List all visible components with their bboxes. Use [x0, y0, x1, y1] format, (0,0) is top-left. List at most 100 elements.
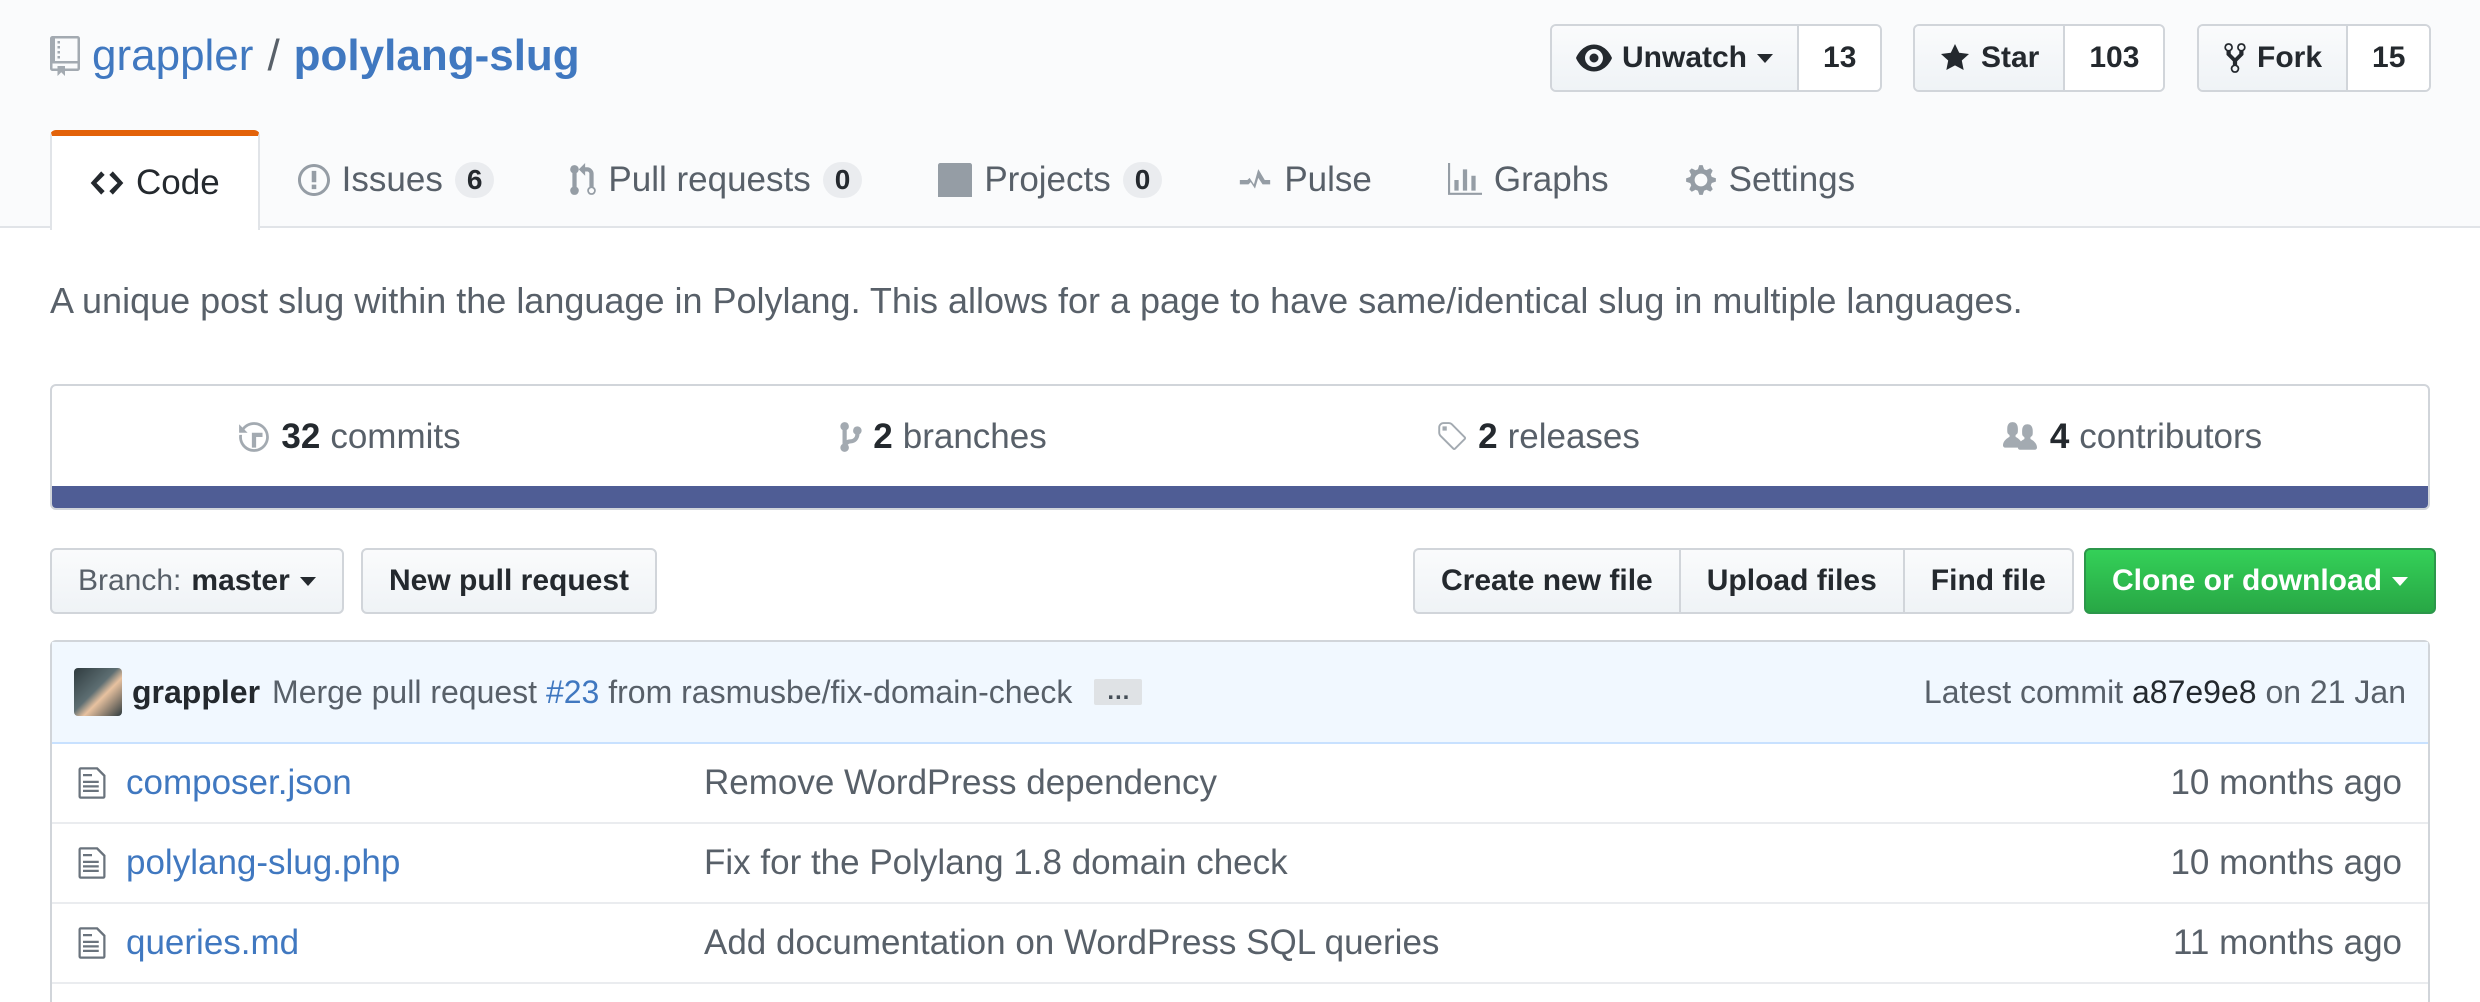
repo-path-separator: / — [267, 31, 280, 80]
pull-request-icon — [570, 163, 597, 195]
file-name-link[interactable]: composer.json — [126, 763, 704, 803]
project-icon — [938, 163, 973, 197]
branches-link[interactable]: 2 branches — [646, 386, 1240, 488]
clone-label: Clone or download — [2112, 564, 2382, 597]
file-name-link[interactable]: polylang-slug.php — [126, 843, 704, 883]
repo-owner-link[interactable]: grappler — [92, 31, 253, 81]
file-age: 10 months ago — [2170, 763, 2402, 802]
tab-settings-label: Settings — [1728, 160, 1856, 199]
tag-icon — [1438, 422, 1467, 450]
new-pull-request-button[interactable]: New pull request — [361, 548, 658, 614]
watchers-count[interactable]: 13 — [1799, 26, 1881, 90]
code-icon — [90, 171, 124, 195]
eye-icon — [1576, 44, 1612, 72]
commits-link[interactable]: 32 commits — [52, 386, 646, 488]
unwatch-label: Unwatch — [1622, 41, 1748, 74]
contributors-link[interactable]: 4 contributors — [1834, 386, 2428, 488]
branch-icon — [840, 422, 862, 452]
people-icon — [2002, 422, 2037, 450]
star-icon — [1941, 44, 1969, 70]
branch-select-button[interactable]: Branch: master — [50, 548, 344, 614]
fork-icon — [2224, 43, 2246, 73]
pull-requests-counter: 0 — [822, 162, 863, 198]
commit-pr-link[interactable]: #23 — [546, 674, 599, 710]
tab-projects[interactable]: Projects 0 — [900, 130, 1200, 230]
fork-button[interactable]: Fork — [2199, 26, 2349, 90]
branch-label: Branch: — [78, 564, 182, 597]
new-pr-wrap: New pull request — [361, 548, 658, 614]
star-label: Star — [1981, 41, 2040, 74]
tab-issues[interactable]: Issues 6 — [260, 130, 533, 230]
star-group: Star 103 — [1913, 24, 2166, 92]
graph-icon — [1447, 163, 1482, 195]
tab-pull-requests-label: Pull requests — [608, 160, 811, 199]
commit-sha-link[interactable]: a87e9e8 — [2132, 674, 2257, 710]
releases-count: 2 — [1478, 417, 1498, 456]
repo-nav-tabs: Code Issues 6 Pull requests 0 Projects 0… — [50, 130, 1893, 230]
fork-group: Fork 15 — [2197, 24, 2432, 92]
unwatch-button[interactable]: Unwatch — [1552, 26, 1800, 90]
file-icon — [78, 845, 110, 881]
projects-counter: 0 — [1122, 162, 1163, 198]
commit-message: Merge pull request #23 from rasmusbe/fix… — [272, 674, 1072, 711]
tab-code-label: Code — [136, 163, 220, 202]
tab-graphs[interactable]: Graphs — [1410, 130, 1647, 230]
star-button[interactable]: Star — [1915, 26, 2066, 90]
repo-icon — [50, 36, 80, 76]
commit-message-prefix[interactable]: Merge pull request — [272, 674, 537, 710]
clone-or-download-button[interactable]: Clone or download — [2084, 548, 2436, 614]
file-age: 10 months ago — [2170, 843, 2402, 882]
pulse-icon — [1240, 169, 1271, 189]
commit-expand-button[interactable]: … — [1094, 679, 1143, 705]
history-icon — [239, 422, 270, 452]
releases-link[interactable]: 2 releases — [1240, 386, 1834, 488]
repo-name-link[interactable]: polylang-slug — [294, 31, 580, 81]
commits-label: commits — [330, 417, 461, 456]
file-icon — [78, 925, 110, 961]
repo-header: grappler / polylang-slug Unwatch 13 Star… — [0, 0, 2480, 230]
chevron-down-icon — [2392, 576, 2408, 586]
tab-pull-requests[interactable]: Pull requests 0 — [532, 130, 900, 230]
file-commit-message[interactable]: Add documentation on WordPress SQL queri… — [704, 923, 2173, 963]
file-commit-message[interactable]: Fix for the Polylang 1.8 domain check — [704, 843, 2170, 883]
tab-pulse[interactable]: Pulse — [1200, 130, 1410, 230]
gear-icon — [1685, 165, 1716, 195]
latest-commit-label: Latest commit — [1923, 673, 2124, 710]
file-name-link[interactable]: queries.md — [126, 923, 704, 963]
table-row: composer.json Remove WordPress dependenc… — [52, 744, 2428, 824]
branch-selector-wrap: Branch: master — [50, 548, 344, 614]
branch-name: master — [191, 564, 290, 597]
commits-count: 32 — [281, 417, 321, 456]
tab-code[interactable]: Code — [50, 130, 260, 230]
clone-wrap: Clone or download — [2084, 548, 2436, 614]
language-bar[interactable] — [52, 486, 2428, 508]
file-actions-group: Create new file Upload files Find file — [1413, 548, 2074, 614]
latest-commit-bar: grappler Merge pull request #23 from ras… — [52, 642, 2428, 744]
file-icon — [78, 765, 110, 801]
tab-projects-label: Projects — [984, 160, 1111, 199]
avatar[interactable] — [74, 668, 122, 716]
commit-message-suffix[interactable]: from rasmusbe/fix-domain-check — [608, 674, 1072, 710]
contributors-label: contributors — [2079, 417, 2263, 456]
repo-title: grappler / polylang-slug — [48, 28, 580, 84]
tab-graphs-label: Graphs — [1493, 160, 1609, 199]
chevron-down-icon — [1757, 53, 1774, 63]
tab-settings[interactable]: Settings — [1647, 130, 1893, 230]
forks-count[interactable]: 15 — [2348, 26, 2430, 90]
commit-author-link[interactable]: grappler — [132, 674, 260, 711]
file-commit-message[interactable]: Remove WordPress dependency — [704, 763, 2170, 803]
commit-date: on 21 Jan — [2265, 673, 2406, 710]
upload-files-button[interactable]: Upload files — [1678, 548, 1903, 614]
find-file-button[interactable]: Find file — [1902, 548, 2074, 614]
fork-label: Fork — [2257, 41, 2323, 74]
repo-description: A unique post slug within the language i… — [50, 280, 2023, 321]
table-row: queries.md Add documentation on WordPres… — [52, 904, 2428, 984]
chevron-down-icon — [299, 576, 316, 586]
file-listing: grappler Merge pull request #23 from ras… — [50, 640, 2430, 1002]
issues-counter: 6 — [454, 162, 495, 198]
create-new-file-button[interactable]: Create new file — [1413, 548, 1679, 614]
tab-pulse-label: Pulse — [1284, 160, 1372, 199]
stargazers-count[interactable]: 103 — [2065, 26, 2164, 90]
branches-count: 2 — [873, 417, 893, 456]
table-row — [52, 984, 2428, 1002]
